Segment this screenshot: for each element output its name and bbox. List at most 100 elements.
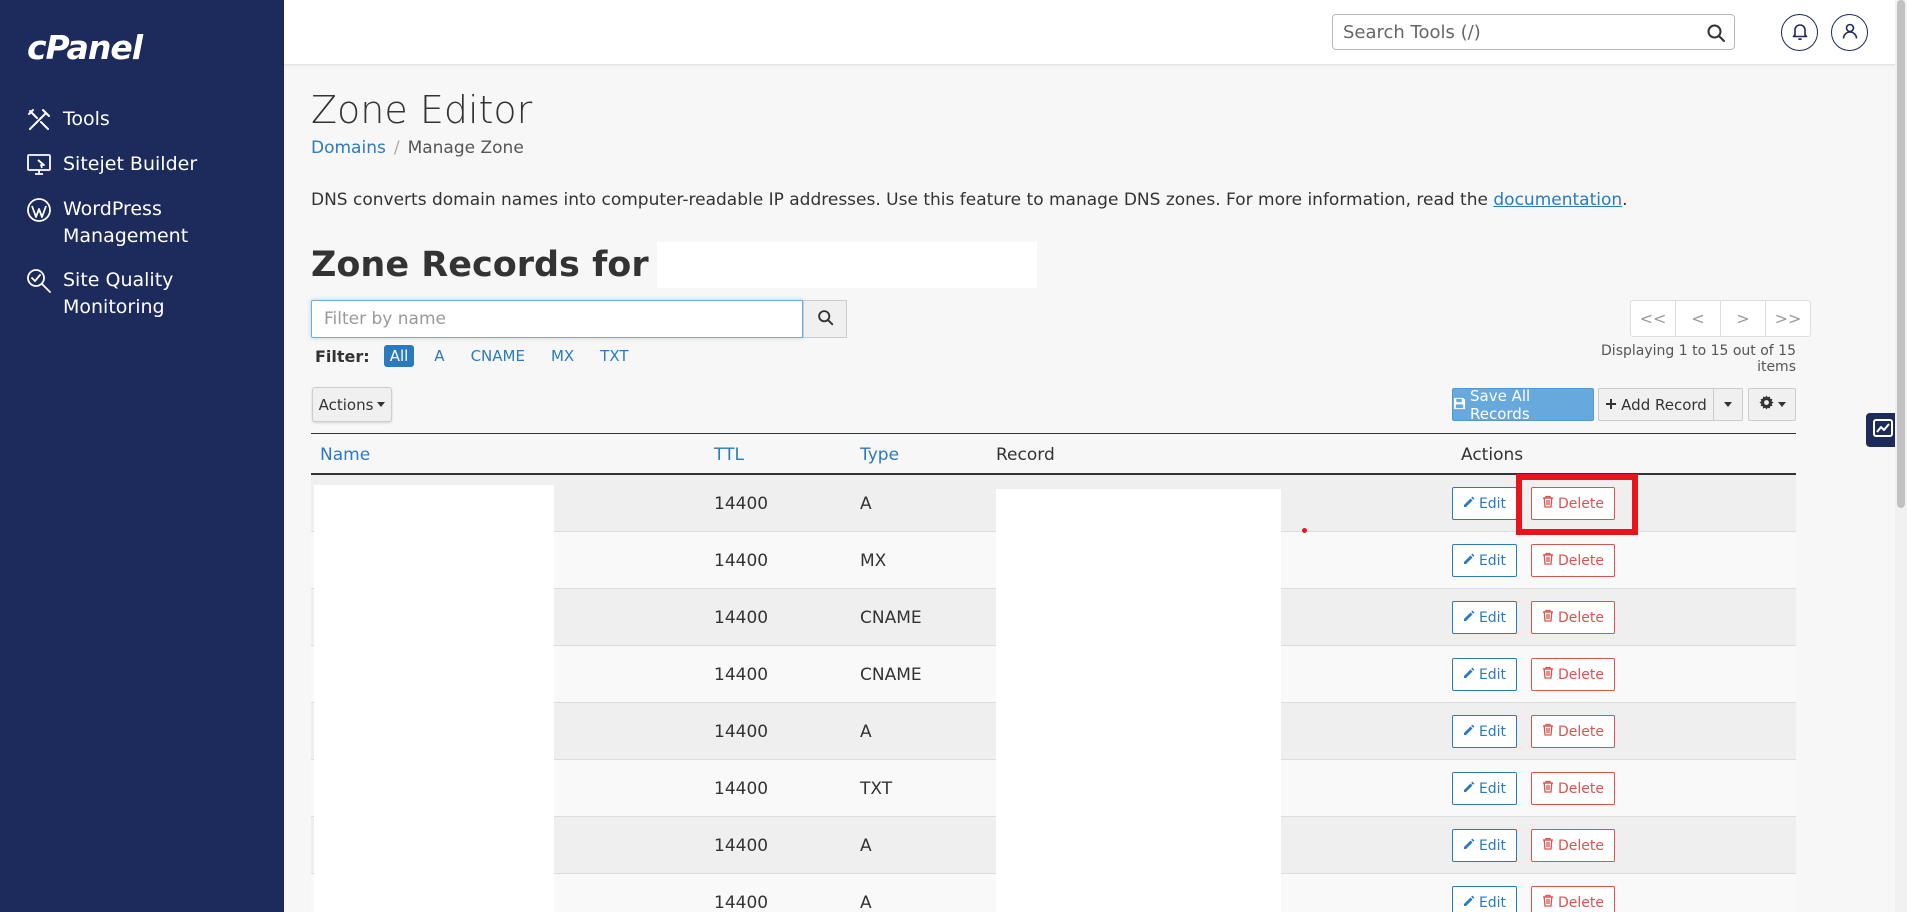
filter-chip-cname[interactable]: CNAME: [465, 345, 531, 367]
breadcrumb: Domains / Manage Zone: [311, 138, 524, 158]
user-menu-button[interactable]: [1831, 14, 1868, 51]
sidebar-item-sitejet-builder[interactable]: Sitejet Builder: [26, 151, 263, 178]
ttl-cell: 14400: [714, 722, 769, 742]
breadcrumb-domains-link[interactable]: Domains: [311, 138, 386, 158]
type-filter-row: Filter: All A CNAME MX TXT: [315, 345, 649, 367]
actions-label: Actions: [318, 395, 374, 414]
cpanel-logo[interactable]: cPanel: [27, 28, 143, 67]
filter-search-button[interactable]: [803, 300, 847, 338]
type-cell: A: [860, 893, 872, 912]
filter-chip-all[interactable]: All: [383, 345, 415, 367]
breadcrumb-separator: /: [393, 138, 400, 158]
edit-record-button[interactable]: Edit: [1452, 601, 1517, 634]
add-record-options-button[interactable]: [1713, 388, 1743, 421]
delete-record-button[interactable]: Delete: [1531, 658, 1615, 691]
edit-record-button[interactable]: Edit: [1452, 829, 1517, 862]
last-page-button[interactable]: >>: [1765, 300, 1811, 337]
caret-down-icon: [1777, 402, 1786, 407]
trash-icon: [1542, 666, 1558, 683]
edit-record-button[interactable]: Edit: [1452, 487, 1517, 520]
table-settings-button[interactable]: [1748, 388, 1796, 421]
column-header-type[interactable]: Type: [860, 445, 899, 465]
edit-record-button[interactable]: Edit: [1452, 658, 1517, 691]
filter-by-name-box: [311, 300, 803, 338]
trash-icon: [1542, 780, 1558, 797]
pencil-icon: [1463, 838, 1479, 854]
type-cell: CNAME: [860, 608, 922, 628]
sidebar-item-tools[interactable]: Tools: [26, 106, 263, 133]
delete-label: Delete: [1558, 609, 1604, 626]
edit-record-button[interactable]: Edit: [1452, 544, 1517, 577]
caret-down-icon: [377, 402, 386, 407]
page-scrollbar[interactable]: [1895, 0, 1907, 912]
next-page-button[interactable]: >: [1720, 300, 1766, 337]
first-page-button[interactable]: <<: [1630, 300, 1676, 337]
zone-records-heading: Zone Records for: [311, 242, 1037, 288]
add-record-button[interactable]: Add Record: [1598, 388, 1714, 421]
add-record-label: Add Record: [1621, 395, 1707, 414]
chart-icon: [1872, 417, 1894, 443]
delete-record-button[interactable]: Delete: [1531, 601, 1615, 634]
search-tools-input[interactable]: [1333, 15, 1693, 49]
sidebar-item-wordpress-management[interactable]: WordPress Management: [26, 196, 263, 250]
column-header-record: Record: [996, 445, 1055, 465]
trash-icon: [1542, 609, 1558, 626]
caret-down-icon: [1724, 402, 1732, 407]
save-all-records-button[interactable]: Save All Records: [1452, 386, 1594, 423]
bell-icon: [1790, 21, 1810, 45]
filter-by-name-input[interactable]: [312, 301, 802, 337]
column-header-name[interactable]: Name: [320, 445, 370, 465]
table-header: Name TTL Type Record Actions: [311, 433, 1796, 475]
description-end: .: [1622, 190, 1628, 210]
trash-icon: [1542, 723, 1558, 740]
edit-record-button[interactable]: Edit: [1452, 715, 1517, 748]
type-cell: MX: [860, 551, 887, 571]
delete-record-button[interactable]: Delete: [1531, 772, 1615, 805]
actions-dropdown[interactable]: Actions: [312, 387, 392, 422]
edit-record-button[interactable]: Edit: [1452, 886, 1517, 912]
filter-chip-mx[interactable]: MX: [545, 345, 580, 367]
ttl-cell: 14400: [714, 551, 769, 571]
ttl-cell: 14400: [714, 608, 769, 628]
delete-label: Delete: [1558, 552, 1604, 569]
edit-label: Edit: [1478, 894, 1507, 911]
page-title: Zone Editor: [311, 88, 533, 132]
sidebar: cPanel Tools Sitejet Builder WordPress M…: [0, 0, 284, 912]
type-cell: TXT: [860, 779, 893, 799]
pagination-status: Displaying 1 to 15 out of 15 items: [1601, 343, 1796, 375]
pencil-icon: [1463, 724, 1479, 740]
filter-chip-txt[interactable]: TXT: [594, 345, 634, 367]
topbar: [284, 0, 1907, 65]
search-icon[interactable]: [1706, 23, 1726, 43]
ttl-cell: 14400: [714, 494, 769, 514]
previous-page-button[interactable]: <: [1675, 300, 1721, 337]
scrollbar-thumb[interactable]: [1897, 0, 1905, 508]
filter-chip-a[interactable]: A: [428, 345, 450, 367]
plus-icon: [1605, 396, 1621, 414]
trash-icon: [1542, 837, 1558, 854]
search-tools-box: [1332, 14, 1735, 50]
pagination: << < > >>: [1630, 300, 1811, 337]
ttl-cell: 14400: [714, 779, 769, 799]
save-all-label: Save All Records: [1470, 386, 1531, 423]
delete-record-button[interactable]: Delete: [1531, 544, 1615, 577]
type-cell: A: [860, 836, 872, 856]
column-header-ttl[interactable]: TTL: [714, 445, 744, 465]
sidebar-item-label: Tools: [63, 108, 110, 130]
delete-record-button[interactable]: Delete: [1531, 715, 1615, 748]
sidebar-item-site-quality-monitoring[interactable]: Site Quality Monitoring: [26, 267, 263, 321]
edit-record-button[interactable]: Edit: [1452, 772, 1517, 805]
pencil-icon: [1463, 610, 1479, 626]
delete-label: Delete: [1558, 894, 1604, 911]
floppy-disk-icon: [1453, 396, 1470, 414]
type-cell: A: [860, 722, 872, 742]
column-header-actions: Actions: [1461, 445, 1524, 465]
page-description: DNS converts domain names into computer-…: [311, 190, 1628, 210]
delete-record-button[interactable]: Delete: [1531, 886, 1615, 912]
notifications-button[interactable]: [1781, 14, 1818, 51]
tools-icon: [26, 107, 52, 133]
sidebar-item-label: Site Quality Monitoring: [63, 269, 174, 318]
delete-record-button[interactable]: Delete: [1531, 829, 1615, 862]
pencil-icon: [1463, 496, 1479, 512]
documentation-link[interactable]: documentation: [1493, 190, 1622, 210]
